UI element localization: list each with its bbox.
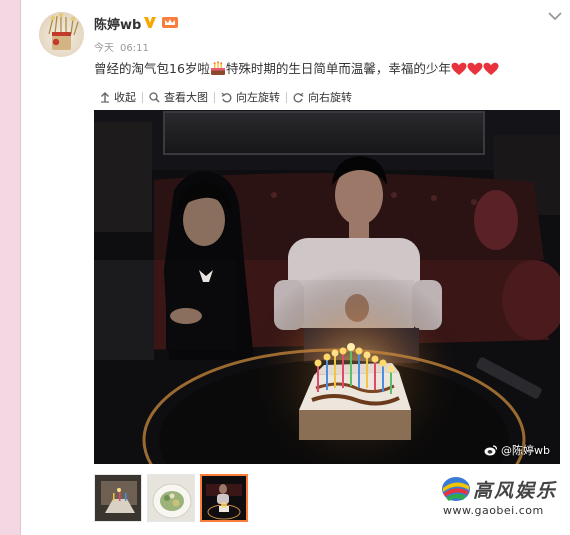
- image-toolbar: 收起 查看大图 向左旋转 向右旋转: [94, 88, 358, 106]
- brand-logo-icon: [442, 477, 470, 501]
- weibo-post-card: 陈婷wb 今天 06:11 曾经的淘气包16岁啦 特殊时期的生日简单而温馨，幸福的…: [21, 0, 570, 535]
- avatar[interactable]: [39, 12, 84, 57]
- view-large-label: 查看大图: [164, 91, 208, 104]
- page-side-strip: [0, 0, 20, 535]
- photo-watermark: @陈婷wb: [484, 442, 550, 458]
- post-text-end: 特殊时期的生日简单而温馨，幸福的少年: [225, 61, 451, 76]
- rotate-right-icon: [293, 92, 304, 102]
- post-time[interactable]: 06:11: [120, 43, 149, 54]
- collapse-arrow-icon: [101, 91, 109, 103]
- rotate-left-icon: [221, 92, 232, 102]
- verified-v-icon: [144, 17, 156, 28]
- rotate-right-label: 向右旋转: [308, 91, 352, 104]
- red-heart-icon: [467, 62, 483, 75]
- brand-watermark: 高风娱乐 www.gaobei.com: [441, 474, 570, 520]
- watermark-text: @陈婷wb: [501, 444, 550, 457]
- red-heart-icon: [483, 62, 499, 75]
- chevron-down-icon[interactable]: [548, 11, 562, 21]
- post-author-name[interactable]: 陈婷wb: [94, 14, 141, 33]
- birthday-cake-icon: [210, 61, 225, 75]
- birthday-photo-illustration: [94, 110, 560, 464]
- magnifier-icon: [149, 91, 160, 103]
- post-time-label[interactable]: 今天: [94, 43, 114, 54]
- view-large-button[interactable]: 查看大图: [143, 89, 214, 105]
- thumbnail-strip: [94, 474, 253, 522]
- post-meta: 今天 06:11: [94, 39, 155, 54]
- thumbnail-item[interactable]: [147, 474, 195, 522]
- weibo-logo-icon: [484, 445, 498, 456]
- member-crown-icon[interactable]: [161, 15, 179, 29]
- post-photo[interactable]: @陈婷wb: [94, 110, 560, 464]
- hearts-group: [451, 61, 499, 76]
- brand-url: www.gaobei.com: [443, 504, 544, 517]
- red-heart-icon: [451, 62, 467, 75]
- post-text-start: 曾经的淘气包16岁啦: [94, 61, 210, 76]
- rotate-left-button[interactable]: 向左旋转: [215, 89, 286, 105]
- rotate-right-button[interactable]: 向右旋转: [287, 89, 358, 105]
- post-text: 曾经的淘气包16岁啦 特殊时期的生日简单而温馨，幸福的少年: [94, 58, 499, 77]
- thumbnail-item-selected[interactable]: [200, 474, 248, 522]
- collapse-label: 收起: [114, 91, 136, 104]
- brand-name: 高风娱乐: [473, 480, 558, 502]
- collapse-button[interactable]: 收起: [94, 89, 142, 105]
- rotate-left-label: 向左旋转: [236, 91, 280, 104]
- thumbnail-item[interactable]: [94, 474, 142, 522]
